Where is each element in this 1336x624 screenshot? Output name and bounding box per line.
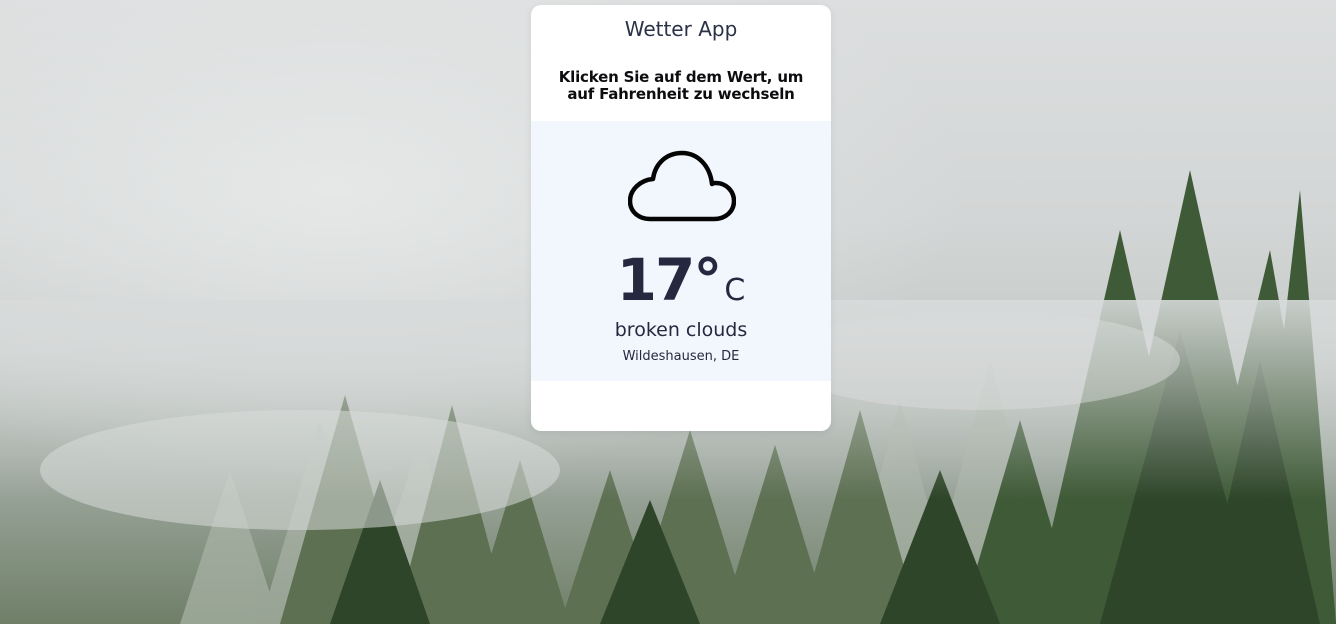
app-title: Wetter App xyxy=(624,17,738,41)
temperature-toggle[interactable]: 17° C xyxy=(531,249,831,311)
weather-card: Wetter App Klicken Sie auf dem Wert, um … xyxy=(531,5,831,431)
location-label: Wildeshausen, DE xyxy=(622,349,740,364)
weather-panel: 17° C broken clouds Wildeshausen, DE xyxy=(531,121,831,381)
unit-toggle-hint: Klicken Sie auf dem Wert, um auf Fahrenh… xyxy=(558,68,804,103)
temperature-value[interactable]: 17° xyxy=(617,246,723,314)
temperature-unit[interactable]: C xyxy=(724,273,745,308)
weather-description: broken clouds xyxy=(614,319,748,341)
cloud-icon xyxy=(628,150,736,222)
